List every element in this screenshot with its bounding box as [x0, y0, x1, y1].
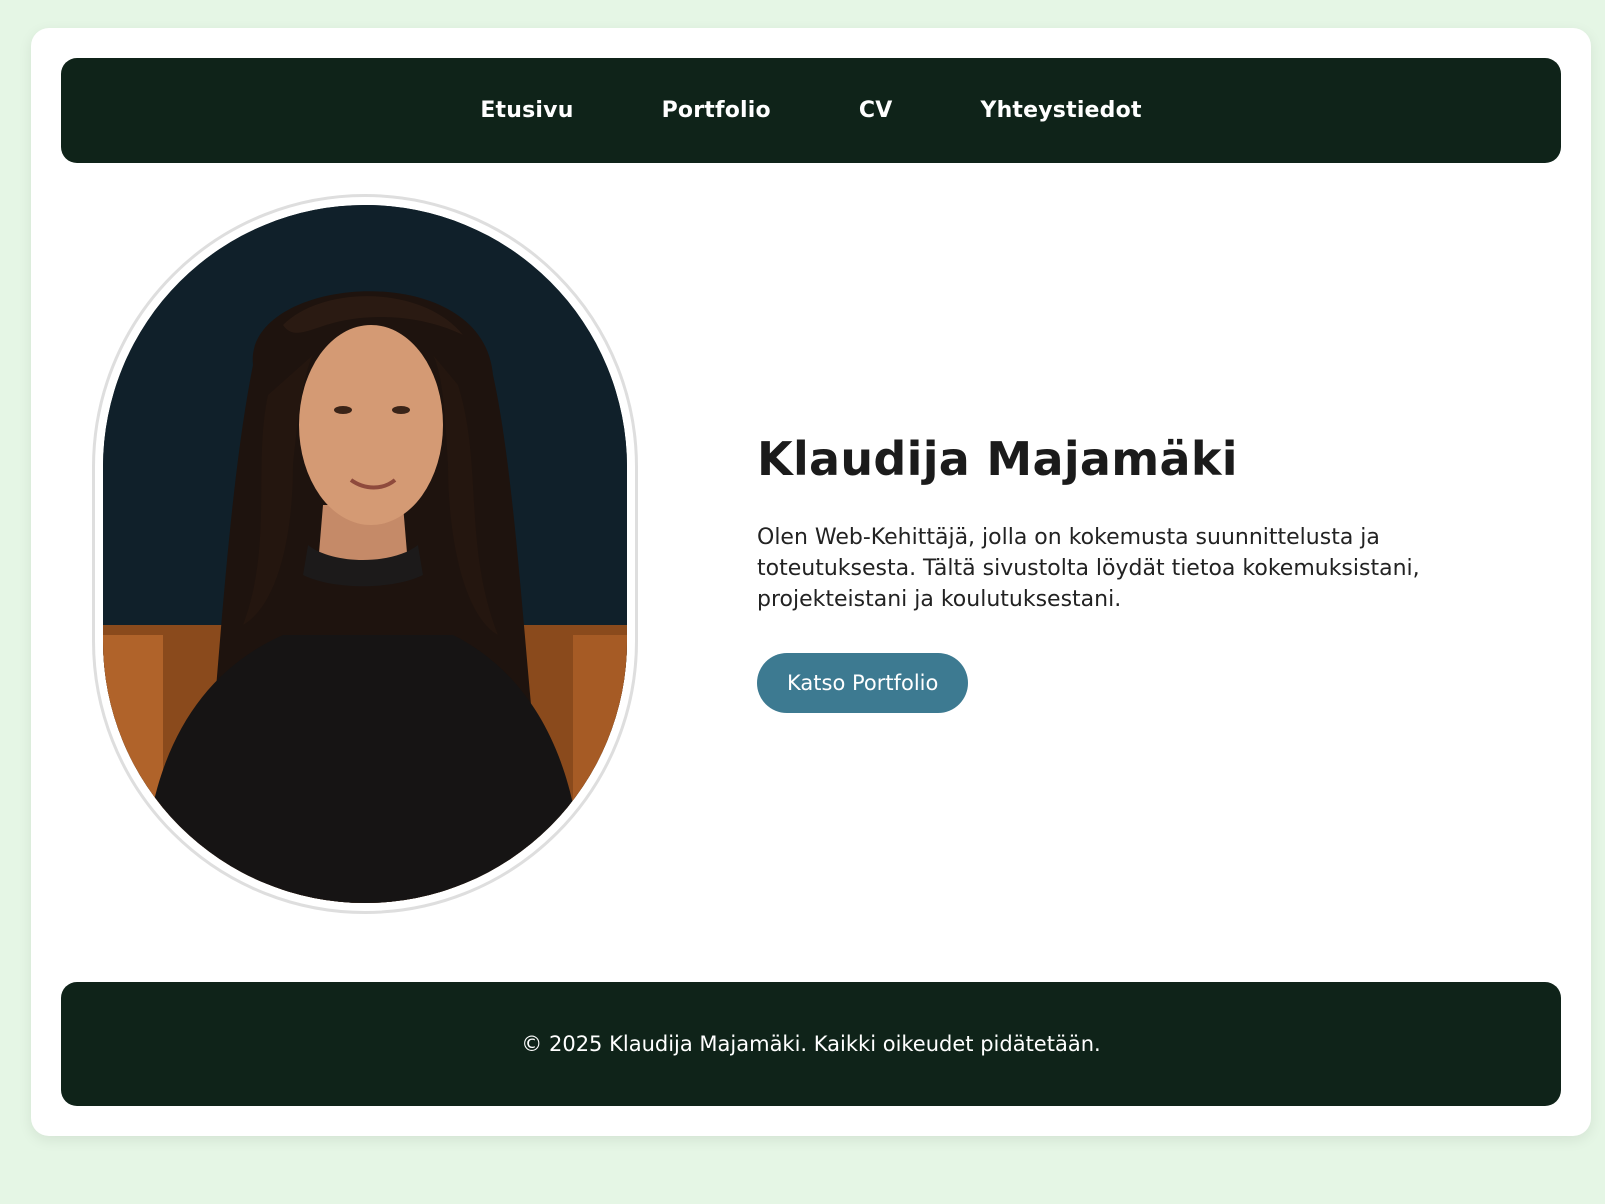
profile-photo-frame	[92, 194, 638, 914]
page-card: Etusivu Portfolio CV Yhteystiedot Klaudi…	[31, 28, 1591, 1136]
main-nav: Etusivu Portfolio CV Yhteystiedot	[61, 58, 1561, 163]
profile-photo	[103, 205, 627, 903]
nav-link-contact[interactable]: Yhteystiedot	[980, 98, 1141, 123]
hero-description: Olen Web-Kehittäjä, jolla on kokemusta s…	[757, 525, 1420, 612]
footer: © 2025 Klaudija Majamäki. Kaikki oikeude…	[61, 982, 1561, 1106]
nav-link-cv[interactable]: CV	[859, 98, 893, 123]
footer-copyright: © 2025 Klaudija Majamäki. Kaikki oikeude…	[521, 1032, 1101, 1056]
nav-link-home[interactable]: Etusivu	[480, 98, 573, 123]
hero-section: Klaudija Majamäki Olen Web-Kehittäjä, jo…	[757, 432, 1457, 713]
view-portfolio-button[interactable]: Katso Portfolio	[757, 653, 969, 713]
nav-link-portfolio[interactable]: Portfolio	[662, 98, 771, 123]
hero-name-heading: Klaudija Majamäki	[757, 432, 1238, 486]
